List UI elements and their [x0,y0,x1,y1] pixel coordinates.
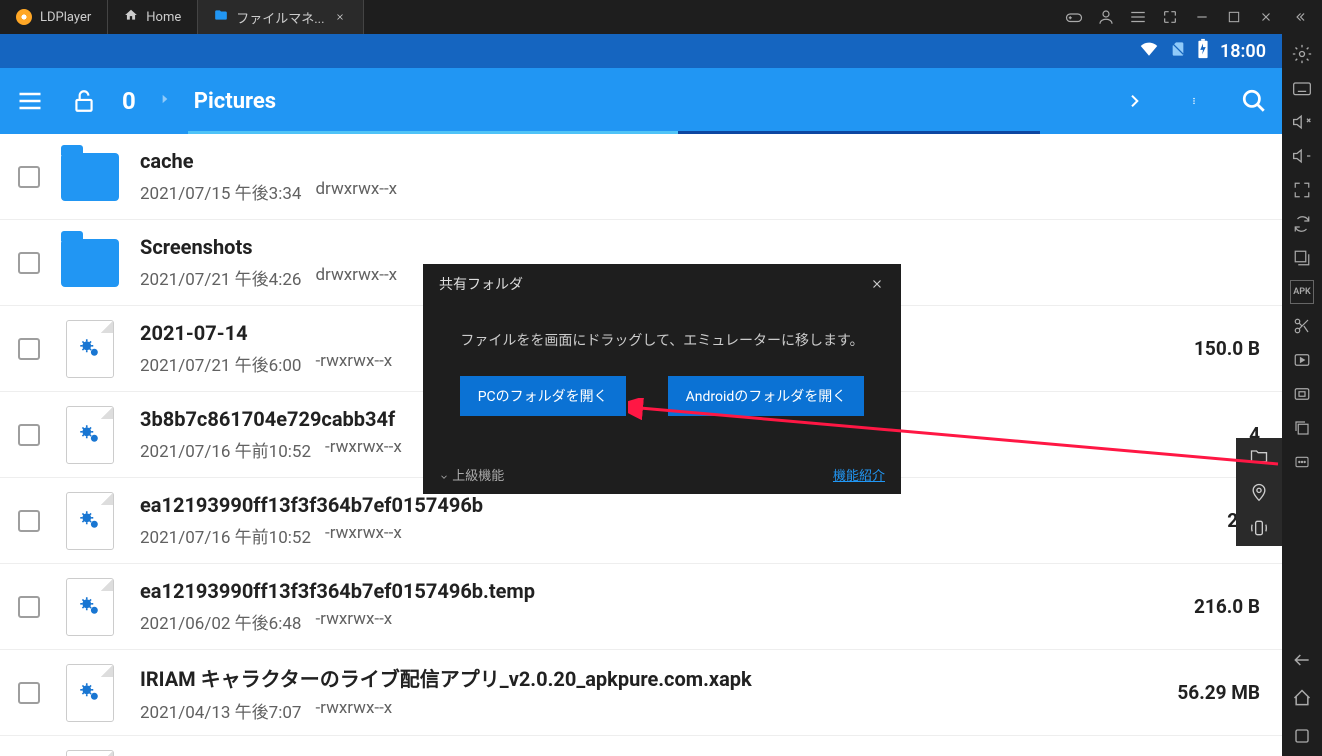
shared-folder-dialog: 共有フォルダ ファイルをを画面にドラッグして、エミュレーターに移します。 PCの… [423,264,901,494]
minimize-icon[interactable] [1192,7,1212,27]
selection-count: 0 [122,87,136,115]
folder-icon [61,153,119,201]
appbar: 0 Pictures [0,68,1282,134]
collapse-sidebar-icon[interactable] [1286,0,1314,34]
volume-down-icon[interactable] [1290,144,1314,168]
gamepad-icon[interactable] [1064,7,1084,27]
android-status-bar: 18:00 [0,34,1282,68]
file-gear-icon [66,750,114,756]
home-icon [124,8,138,26]
hamburger-icon[interactable] [14,85,46,117]
checkbox[interactable] [18,596,40,618]
more-icon[interactable] [1290,450,1314,474]
keyboard-icon[interactable] [1290,76,1314,100]
file-row[interactable]: ea12193990ff13f3f364b7ef0157496b.temp 202… [0,564,1282,650]
clock-text: 18:00 [1220,41,1266,62]
file-meta: 2021/07/15 午後3:34drwxrwx--x [140,179,1264,204]
file-gear-icon [66,406,114,464]
file-row[interactable]: jp.co.cygames.umamusume-1.2.0.xapk [0,736,1282,756]
home-tab[interactable]: Home [108,0,198,34]
maximize-icon[interactable] [1224,7,1244,27]
home-nav-icon[interactable] [1290,686,1314,710]
titlebar: LDPlayer Home ファイルマネ... [0,0,1322,34]
file-meta: 2021/04/13 午後7:07-rwxrwx--x [140,698,1157,723]
checkbox[interactable] [18,338,40,360]
more-vert-icon[interactable] [1178,85,1210,117]
back-icon[interactable] [1290,648,1314,672]
record-icon[interactable] [1290,348,1314,372]
side-popup-menu [1236,438,1282,546]
app-name: LDPlayer [40,10,91,25]
home-tab-label: Home [146,10,181,25]
file-meta: 2021/06/02 午後6:48-rwxrwx--x [140,609,1174,634]
file-row[interactable]: IRIAM キャラクターのライブ配信アプリ_v2.0.20_apkpure.co… [0,650,1282,736]
file-name: cache [140,149,1264,173]
shared-folder-icon[interactable] [1247,444,1271,468]
user-icon[interactable] [1096,7,1116,27]
search-icon[interactable] [1238,85,1270,117]
checkbox[interactable] [18,424,40,446]
shake-icon[interactable] [1247,516,1271,540]
file-gear-icon [66,664,114,722]
file-meta: 2021/07/16 午前10:52-rwxrwx--x [140,523,1207,548]
file-name: ea12193990ff13f3f364b7ef0157496b [140,493,1207,517]
checkbox[interactable] [18,166,40,188]
checkbox[interactable] [18,510,40,532]
fullscreen-icon[interactable] [1290,178,1314,202]
checkbox[interactable] [18,252,40,274]
forward-icon[interactable] [1118,85,1150,117]
recents-icon[interactable] [1290,724,1314,748]
dialog-message: ファイルをを画面にドラッグして、エミュレーターに移します。 [443,330,881,350]
screenshot-icon[interactable] [1290,382,1314,406]
file-size: 56.29 MB [1177,681,1264,704]
file-size: 150.0 B [1194,337,1264,360]
folder-icon [214,8,228,26]
scissors-icon[interactable] [1290,314,1314,338]
advanced-label: 上級機能 [452,469,504,484]
path-arrow-icon [158,89,172,113]
sync-icon[interactable] [1290,212,1314,236]
file-gear-icon [66,320,114,378]
volume-up-icon[interactable] [1290,110,1314,134]
apk-icon[interactable]: APK [1290,280,1314,304]
advanced-toggle[interactable]: 上級機能 [439,465,504,484]
close-window-icon[interactable] [1256,7,1276,27]
file-gear-icon [66,492,114,550]
multi-instance-icon[interactable] [1290,246,1314,270]
open-pc-folder-button[interactable]: PCのフォルダを開く [460,376,626,416]
filemanager-tab[interactable]: ファイルマネ... [198,0,363,34]
ldplayer-logo-icon [16,9,32,25]
fullscreen-icon[interactable] [1160,7,1180,27]
file-row[interactable]: cache 2021/07/15 午後3:34drwxrwx--x [0,134,1282,220]
wifi-icon [1138,40,1160,63]
close-icon[interactable] [333,10,347,24]
gear-icon[interactable] [1290,42,1314,66]
feature-link[interactable]: 機能紹介 [833,465,885,484]
file-name: ea12193990ff13f3f364b7ef0157496b.temp [140,579,1174,603]
folder-icon [61,239,119,287]
menu-icon[interactable] [1128,7,1148,27]
open-android-folder-button[interactable]: Androidのフォルダを開く [668,376,865,416]
location-icon[interactable] [1247,480,1271,504]
file-gear-icon [66,578,114,636]
file-name: Screenshots [140,235,1264,259]
lock-open-icon[interactable] [68,85,100,117]
dialog-close-icon[interactable] [869,276,885,292]
checkbox[interactable] [18,682,40,704]
app-tab[interactable]: LDPlayer [0,0,108,34]
titlebar-controls [1064,0,1280,34]
copy-icon[interactable] [1290,416,1314,440]
right-toolbar: APK [1282,34,1322,756]
dialog-title: 共有フォルダ [439,274,523,294]
file-name: IRIAM キャラクターのライブ配信アプリ_v2.0.20_apkpure.co… [140,663,1157,692]
battery-icon [1196,38,1210,65]
file-size: 216.0 B [1194,595,1264,618]
path-name[interactable]: Pictures [194,89,276,114]
no-sim-icon [1170,39,1186,64]
active-tab-label: ファイルマネ... [236,8,324,27]
